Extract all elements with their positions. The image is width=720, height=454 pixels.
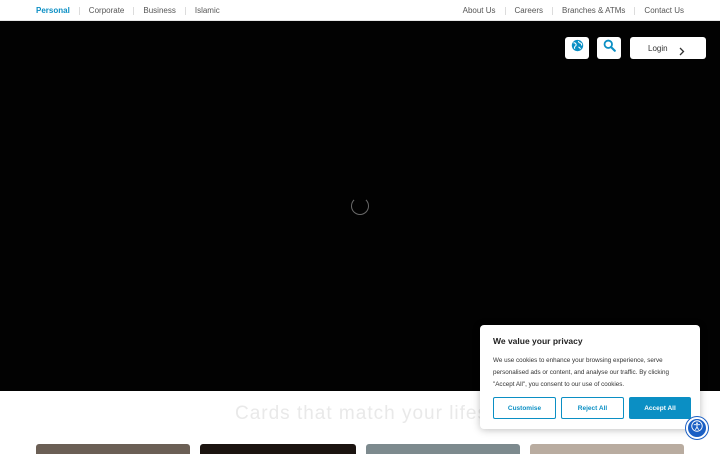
utility-nav: About Us Careers Branches & ATMs Contact…	[463, 0, 684, 21]
login-button[interactable]: Login	[630, 37, 706, 59]
language-button[interactable]	[565, 37, 589, 59]
search-icon	[603, 39, 616, 57]
login-label: Login	[648, 43, 668, 53]
nav-divider	[551, 6, 553, 15]
cookie-title: We value your privacy	[493, 336, 583, 346]
customise-button[interactable]: Customise	[493, 397, 556, 419]
nav-business[interactable]: Business	[143, 6, 175, 15]
accept-all-button[interactable]: Accept All	[629, 397, 691, 419]
nav-islamic[interactable]: Islamic	[195, 6, 220, 15]
globe-icon	[571, 39, 584, 57]
nav-divider	[78, 6, 80, 15]
nav-personal[interactable]: Personal	[36, 6, 70, 15]
nav-branches-atms[interactable]: Branches & ATMs	[562, 6, 625, 15]
nav-corporate[interactable]: Corporate	[89, 6, 125, 15]
accessibility-icon	[691, 419, 703, 437]
segment-nav: Personal Corporate Business Islamic	[36, 0, 220, 21]
chevron-right-icon	[679, 43, 685, 61]
nav-careers[interactable]: Careers	[515, 6, 543, 15]
nav-contact-us[interactable]: Contact Us	[644, 6, 684, 15]
reject-all-button[interactable]: Reject All	[561, 397, 624, 419]
product-card[interactable]	[366, 444, 520, 454]
nav-divider	[184, 6, 186, 15]
section-title: Cards that match your lifestyle	[235, 403, 522, 424]
nav-about-us[interactable]: About Us	[463, 6, 496, 15]
nav-divider	[504, 6, 506, 15]
cookie-body: We use cookies to enhance your browsing …	[493, 357, 669, 388]
accessibility-button[interactable]	[686, 417, 708, 439]
cookie-actions: Customise Reject All Accept All	[493, 397, 691, 419]
nav-divider	[634, 6, 636, 15]
cookie-consent-dialog: We value your privacy We use cookies to …	[480, 325, 700, 429]
product-card[interactable]	[36, 444, 190, 454]
product-card[interactable]	[530, 444, 684, 454]
product-card[interactable]	[200, 444, 356, 454]
nav-divider	[133, 6, 135, 15]
search-button[interactable]	[597, 37, 621, 59]
loading-spinner	[351, 197, 369, 215]
top-navigation-bar: Personal Corporate Business Islamic Abou…	[0, 0, 720, 21]
